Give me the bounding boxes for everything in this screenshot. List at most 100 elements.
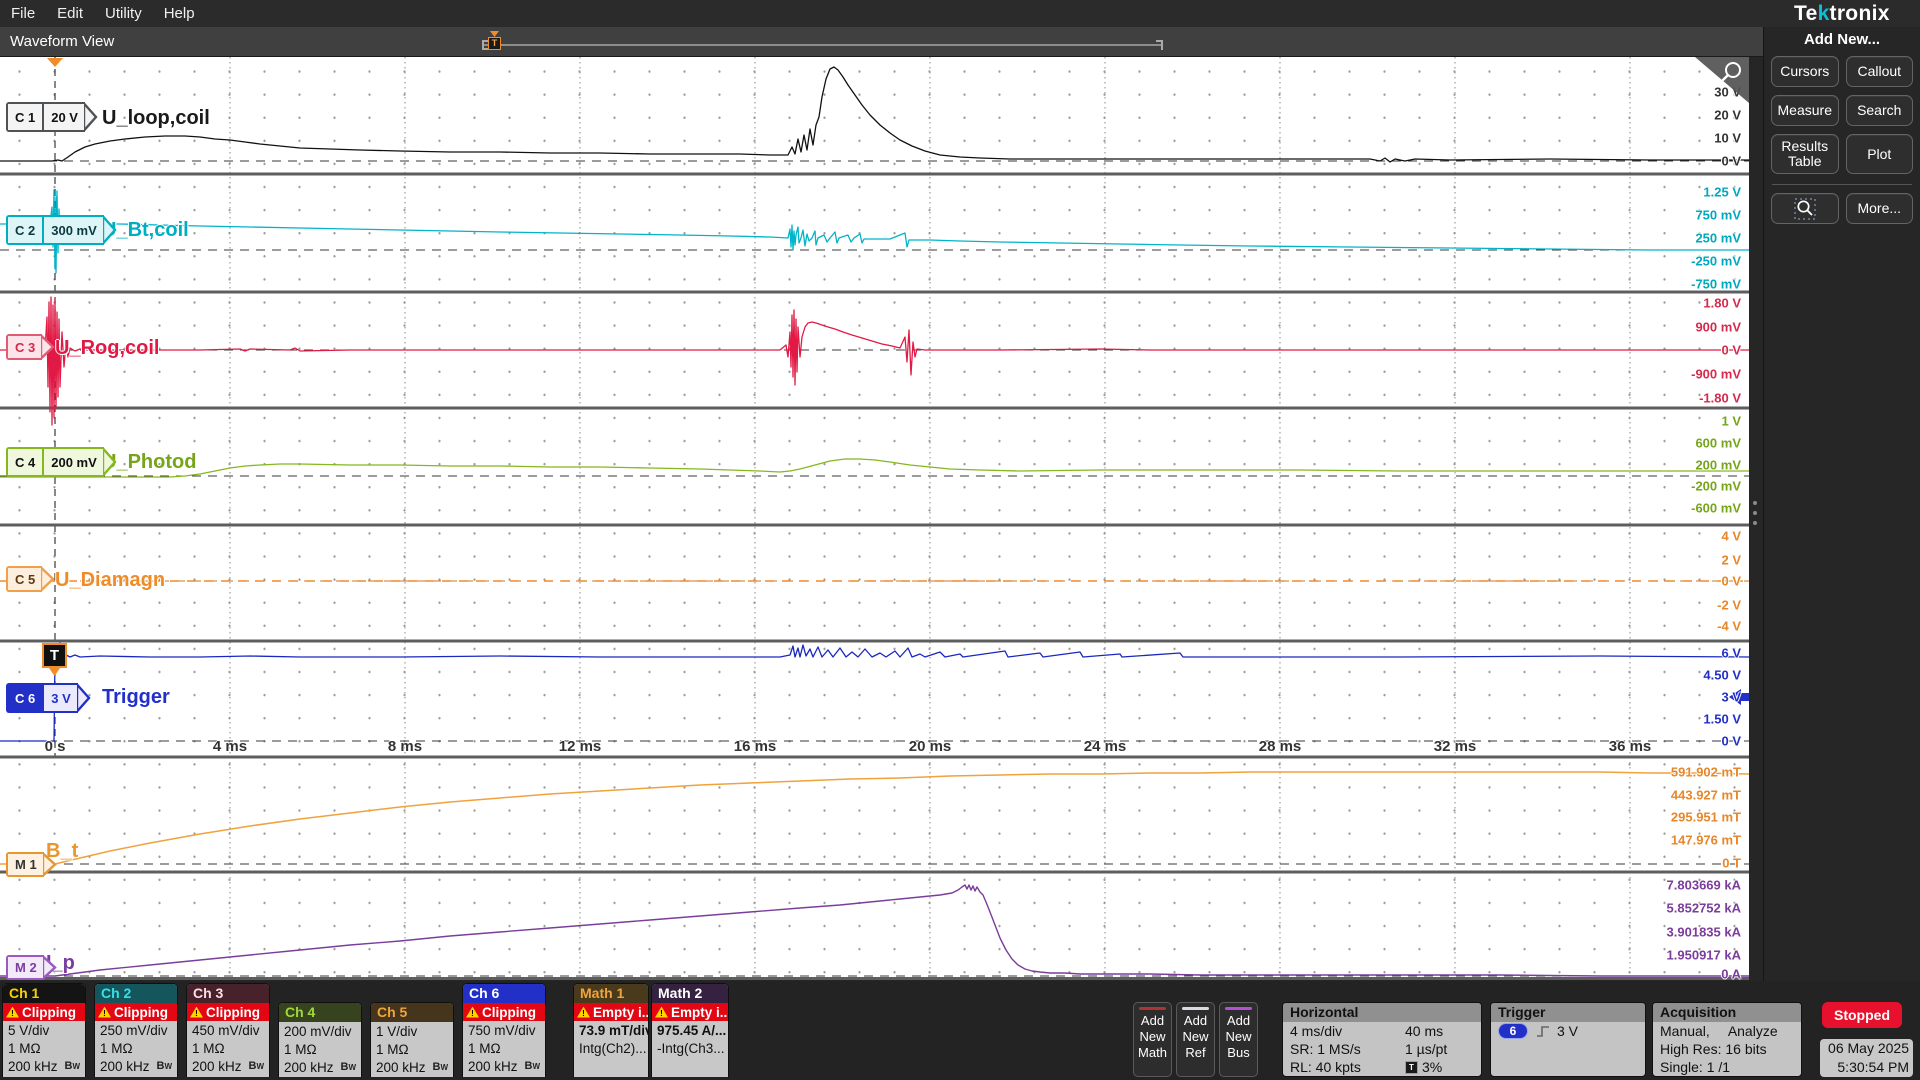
bandwidth-limit-icon: BW bbox=[524, 1060, 540, 1072]
tile-row-text: 250 mV/div bbox=[100, 1023, 168, 1038]
badge-box: M 1 bbox=[6, 852, 44, 877]
tile-row-text: 200 kHz bbox=[284, 1060, 334, 1075]
scale-label-m1-1: 443.927 mT bbox=[1671, 788, 1741, 803]
tile-warning: !Clipping bbox=[95, 1003, 177, 1021]
time-text: 5:30:54 PM bbox=[1824, 1058, 1909, 1077]
tile-row-text: 200 kHz bbox=[192, 1059, 242, 1074]
sidebar-button-results-table[interactable]: Results Table bbox=[1771, 134, 1839, 174]
channel-label-ch5[interactable]: U_Diamagn bbox=[55, 569, 165, 592]
acquisition-panel-title: Acquisition bbox=[1653, 1003, 1801, 1022]
menu-edit[interactable]: Edit bbox=[46, 1, 94, 26]
waveform-graticule[interactable]: 30 V20 V10 V0 VC 120 VU_loop,coil1.25 V7… bbox=[0, 57, 1749, 980]
menu-utility[interactable]: Utility bbox=[94, 1, 153, 26]
badge-box: C 5 bbox=[6, 566, 42, 592]
sidebar-button-callout[interactable]: Callout bbox=[1846, 56, 1914, 87]
acquisition-panel[interactable]: Acquisition Manual,Analyze High Res: 16 … bbox=[1652, 1002, 1802, 1077]
scale-label-ch2-3: -250 mV bbox=[1691, 254, 1741, 269]
sidebar-button-measure[interactable]: Measure bbox=[1771, 95, 1839, 126]
channel-badge-m2[interactable]: M 2 bbox=[6, 955, 57, 980]
zoom-mode-button[interactable] bbox=[1771, 193, 1839, 224]
badge-section: C 5 bbox=[8, 568, 42, 590]
channel-badge-m1[interactable]: M 1 bbox=[6, 852, 57, 877]
warning-icon: ! bbox=[577, 1007, 590, 1018]
scale-label-ch2-4: -750 mV bbox=[1691, 277, 1741, 292]
channel-tile-math2[interactable]: Math 2!Empty i...975.45 A/...-Intg(Ch3..… bbox=[651, 983, 729, 1077]
sidebar-button-cursors[interactable]: Cursors bbox=[1771, 56, 1839, 87]
tile-row: 1 MΩ bbox=[3, 1039, 85, 1057]
time-label-2: 8 ms bbox=[388, 738, 422, 755]
tile-warning: !Clipping bbox=[3, 1003, 85, 1021]
channel-badge-ch2[interactable]: C 2300 mV bbox=[6, 215, 117, 245]
tile-row: 450 mV/div bbox=[187, 1021, 269, 1039]
horizontal-panel[interactable]: Horizontal 4 ms/div40 msSR: 1 MS/s1 µs/p… bbox=[1282, 1002, 1482, 1077]
channel-badge-ch1[interactable]: C 120 V bbox=[6, 102, 98, 132]
horizontal-col1: RL: 40 kpts bbox=[1290, 1059, 1405, 1075]
trace-ch4 bbox=[0, 459, 1749, 477]
tile-row-text: 200 kHz bbox=[468, 1059, 518, 1074]
warning-text: Clipping bbox=[482, 1005, 536, 1020]
channel-tile-ch5[interactable]: Ch 51 V/div1 MΩ200 kHzBW bbox=[370, 1002, 454, 1077]
add-new-math-button[interactable]: AddNewMath bbox=[1133, 1002, 1172, 1077]
warning-text: Clipping bbox=[206, 1005, 260, 1020]
trigger-position-flag[interactable]: T bbox=[488, 37, 501, 50]
tile-row-text: 1 V/div bbox=[376, 1024, 417, 1039]
horizontal-position-indicator[interactable]: T bbox=[482, 40, 1163, 50]
channel-tile-math1[interactable]: Math 1!Empty i...73.9 mT/divIntg(Ch2)... bbox=[573, 983, 649, 1077]
run-stop-status[interactable]: Stopped bbox=[1822, 1002, 1902, 1028]
record-view-bar bbox=[482, 44, 1163, 46]
scale-label-m2-3: 1.950917 kA bbox=[1667, 948, 1741, 963]
acq-single: Single: 1 /1 bbox=[1653, 1058, 1801, 1076]
splitter-handle[interactable] bbox=[1753, 495, 1758, 531]
add-new-header: Add New... bbox=[1771, 31, 1913, 48]
tile-row bbox=[574, 1057, 648, 1075]
tile-header: Math 2 bbox=[652, 984, 728, 1003]
badge-box: C 120 V bbox=[6, 102, 85, 132]
channel-tile-ch6[interactable]: Ch 6!Clipping750 mV/div1 MΩ200 kHzBW bbox=[462, 983, 546, 1077]
badge-section: C 6 bbox=[8, 685, 42, 711]
scale-label-ch4-1: 600 mV bbox=[1695, 436, 1741, 451]
menu-file[interactable]: File bbox=[0, 1, 46, 26]
scale-label-ch1-1: 20 V bbox=[1714, 108, 1741, 123]
channel-badge-ch4[interactable]: C 4200 mV bbox=[6, 447, 117, 477]
button-accent-bar bbox=[1139, 1007, 1166, 1010]
badge-tip bbox=[41, 566, 55, 592]
menu-help[interactable]: Help bbox=[153, 1, 206, 26]
badge-box: M 2 bbox=[6, 955, 44, 980]
trigger-panel[interactable]: Trigger 6 3 V bbox=[1490, 1002, 1646, 1077]
channel-label-ch1[interactable]: U_loop,coil bbox=[102, 107, 210, 130]
trigger-position-triangle[interactable] bbox=[47, 58, 63, 67]
button-word: Add bbox=[1177, 1013, 1214, 1029]
add-new-ref-button[interactable]: AddNewRef bbox=[1176, 1002, 1215, 1077]
waveform-canvas bbox=[0, 57, 1749, 980]
channel-tile-ch4[interactable]: Ch 4200 mV/div1 MΩ200 kHzBW bbox=[278, 1002, 362, 1077]
channel-label-ch6[interactable]: Trigger bbox=[102, 686, 170, 709]
channel-tile-ch3[interactable]: Ch 3!Clipping450 mV/div1 MΩ200 kHzBW bbox=[186, 983, 270, 1077]
channel-label-ch3[interactable]: U_Rog,coil bbox=[55, 337, 159, 360]
channel-tile-ch2[interactable]: Ch 2!Clipping250 mV/div1 MΩ200 kHzBW bbox=[94, 983, 178, 1077]
scale-label-m1-2: 295.951 mT bbox=[1671, 810, 1741, 825]
scale-label-ch6-4: 0 V bbox=[1721, 734, 1741, 749]
warning-text: Empty i... bbox=[671, 1005, 729, 1020]
channel-badge-ch3[interactable]: C 3 bbox=[6, 334, 55, 360]
add-new-bus-button[interactable]: AddNewBus bbox=[1219, 1002, 1258, 1077]
sidebar-button-plot[interactable]: Plot bbox=[1846, 134, 1914, 174]
channel-badge-ch5[interactable]: C 5 bbox=[6, 566, 55, 592]
trigger-source-badge-graticule[interactable]: T bbox=[42, 643, 67, 676]
time-label-7: 28 ms bbox=[1259, 738, 1302, 755]
scale-label-m2-4: 0 A bbox=[1721, 967, 1741, 982]
channel-badge-ch6[interactable]: C 63 V bbox=[6, 683, 91, 713]
channel-tile-ch1[interactable]: Ch 1!Clipping5 V/div1 MΩ200 kHzBW bbox=[2, 983, 86, 1077]
scale-label-ch4-3: -200 mV bbox=[1691, 479, 1741, 494]
more-button[interactable]: More... bbox=[1846, 193, 1914, 224]
badge-section: M 1 bbox=[8, 854, 44, 875]
tile-warning: !Clipping bbox=[463, 1003, 545, 1021]
tile-row-text: 450 mV/div bbox=[192, 1023, 260, 1038]
tile-header: Ch 4 bbox=[279, 1003, 361, 1022]
trigger-source-badge: 6 bbox=[1498, 1023, 1528, 1039]
sidebar-button-search[interactable]: Search bbox=[1846, 95, 1914, 126]
scale-label-ch5-0: 4 V bbox=[1721, 529, 1741, 544]
acq-resolution: High Res: 16 bits bbox=[1653, 1040, 1801, 1058]
time-label-3: 12 ms bbox=[559, 738, 602, 755]
tile-header: Ch 2 bbox=[95, 984, 177, 1003]
scale-label-ch3-0: 1.80 V bbox=[1703, 296, 1741, 311]
